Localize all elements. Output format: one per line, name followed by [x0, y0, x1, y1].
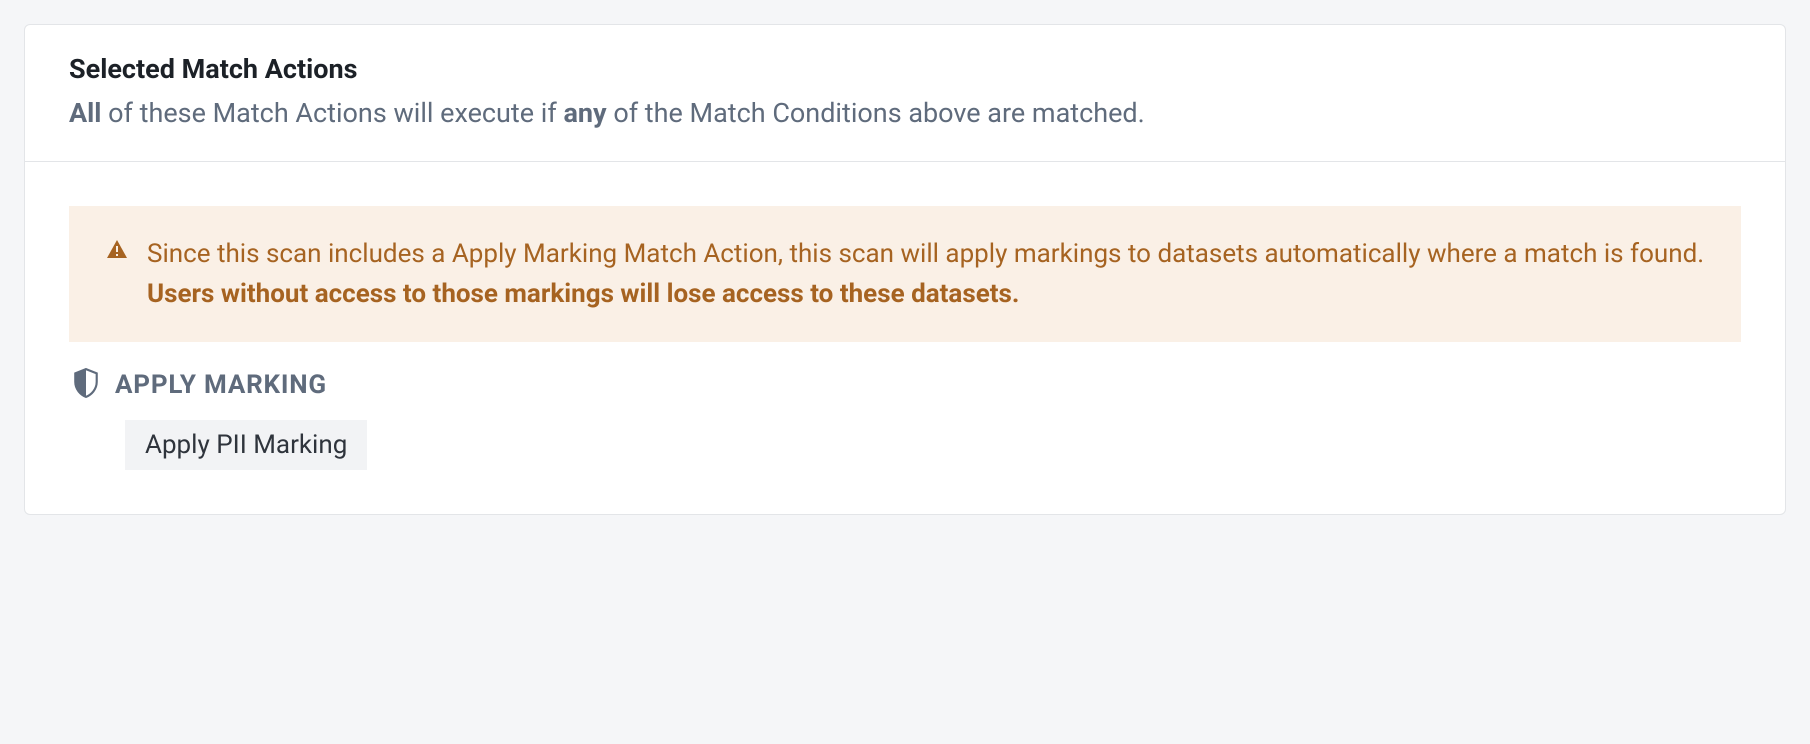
- action-label: APPLY MARKING: [115, 370, 327, 400]
- card-body: Since this scan includes a Apply Marking…: [25, 162, 1785, 515]
- subtitle-bold-any: any: [563, 97, 606, 129]
- apply-pii-marking-button[interactable]: Apply PII Marking: [125, 420, 367, 470]
- card-title: Selected Match Actions: [69, 53, 1741, 85]
- match-actions-card: Selected Match Actions All of these Matc…: [24, 24, 1786, 515]
- subtitle-text-1: of these Match Actions will execute if: [101, 97, 563, 129]
- subtitle-text-2: of the Match Conditions above are matche…: [607, 97, 1145, 129]
- action-row: APPLY MARKING: [69, 368, 1741, 402]
- card-header: Selected Match Actions All of these Matc…: [25, 25, 1785, 162]
- shield-icon: [73, 368, 99, 402]
- warning-text-bold: Users without access to those markings w…: [147, 279, 1019, 309]
- warning-text-plain: Since this scan includes a Apply Marking…: [147, 239, 1704, 269]
- warning-banner: Since this scan includes a Apply Marking…: [69, 206, 1741, 343]
- subtitle-bold-all: All: [69, 97, 101, 129]
- warning-text: Since this scan includes a Apply Marking…: [147, 234, 1705, 315]
- warning-icon: [105, 238, 129, 266]
- card-subtitle: All of these Match Actions will execute …: [69, 95, 1741, 133]
